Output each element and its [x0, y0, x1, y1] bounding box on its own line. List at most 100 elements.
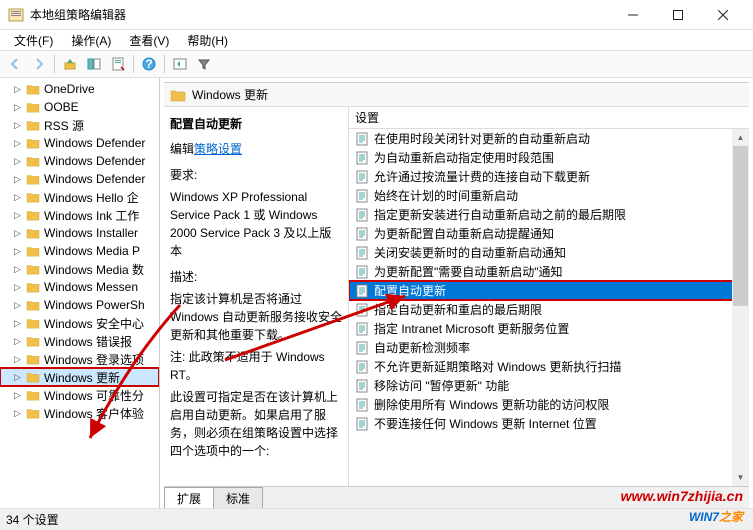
expand-caret-icon[interactable]: ▷ — [14, 228, 22, 239]
scroll-down-arrow[interactable]: ▼ — [732, 469, 749, 486]
expand-caret-icon[interactable]: ▷ — [14, 318, 22, 329]
list-item[interactable]: 为更新配置自动重新启动提醒通知 — [349, 224, 749, 243]
tree-item-label: Windows Installer — [44, 226, 138, 240]
up-button[interactable] — [59, 53, 81, 75]
expand-caret-icon[interactable]: ▷ — [14, 300, 22, 311]
list-item-label: 在使用时段关闭针对更新的自动重新启动 — [374, 130, 590, 147]
tree-item[interactable]: ▷Windows 更新 — [0, 368, 159, 386]
tree-item-label: Windows 可靠性分 — [44, 387, 144, 404]
expand-caret-icon[interactable]: ▷ — [14, 84, 22, 95]
tree-item[interactable]: ▷Windows PowerSh — [0, 296, 159, 314]
tree-item[interactable]: ▷Windows Defender — [0, 170, 159, 188]
menu-view[interactable]: 查看(V) — [121, 31, 177, 50]
note-text: 注: 此政策不适用于 Windows RT。 — [170, 348, 342, 384]
list-item[interactable]: 为更新配置"需要自动重新启动"通知 — [349, 262, 749, 281]
tree-item[interactable]: ▷ Windows Ink 工作 — [0, 206, 159, 224]
expand-caret-icon[interactable]: ▷ — [14, 210, 22, 221]
watermark-logo-b: 之家 — [719, 510, 743, 524]
list-item-label: 不允许更新延期策略对 Windows 更新执行扫描 — [374, 358, 621, 375]
scroll-thumb[interactable] — [733, 146, 748, 306]
expand-caret-icon[interactable]: ▷ — [14, 408, 22, 419]
show-hide-tree-button[interactable] — [83, 53, 105, 75]
expand-caret-icon[interactable]: ▷ — [14, 156, 22, 167]
scroll-up-arrow[interactable]: ▲ — [732, 129, 749, 146]
tree-item-label: Windows Ink 工作 — [44, 207, 139, 224]
tree-item[interactable]: ▷ Windows Installer — [0, 224, 159, 242]
expand-caret-icon[interactable]: ▷ — [14, 264, 22, 275]
tree-item[interactable]: ▷Windows Hello 企 — [0, 188, 159, 206]
edit-policy-link[interactable]: 策略设置 — [194, 142, 242, 156]
status-text: 34 个设置 — [6, 511, 59, 528]
minimize-button[interactable] — [610, 0, 655, 30]
statusbar: 34 个设置 — [0, 508, 753, 530]
tree-item-label: Windows Messen — [44, 280, 138, 294]
tree-item[interactable]: ▷Windows 登录选项 — [0, 350, 159, 368]
tree-item[interactable]: ▷ Windows 安全中心 — [0, 314, 159, 332]
list-pane: 设置 在使用时段关闭针对更新的自动重新启动为自动重新启动指定使用时段范围允许通过… — [349, 107, 749, 486]
tree-item[interactable]: ▷RSS 源 — [0, 116, 159, 134]
list-item[interactable]: 配置自动更新 — [349, 281, 749, 300]
expand-caret-icon[interactable]: ▷ — [14, 372, 22, 383]
expand-caret-icon[interactable]: ▷ — [14, 336, 22, 347]
description-label: 描述: — [170, 268, 342, 286]
close-button[interactable] — [700, 0, 745, 30]
list-item[interactable]: 关闭安装更新时的自动重新启动通知 — [349, 243, 749, 262]
expand-caret-icon[interactable]: ▷ — [14, 354, 22, 365]
content-header: Windows 更新 — [164, 83, 749, 107]
list-item[interactable]: 始终在计划的时间重新启动 — [349, 186, 749, 205]
tree-item-label: Windows 安全中心 — [44, 315, 144, 332]
requirements-text: Windows XP Professional Service Pack 1 或… — [170, 188, 342, 260]
properties-button[interactable] — [107, 53, 129, 75]
tree-panel[interactable]: ▷OneDrive▷OOBE▷RSS 源▷Windows Defender▷Wi… — [0, 78, 160, 508]
expand-caret-icon[interactable]: ▷ — [14, 102, 22, 113]
list-item[interactable]: 指定 Intranet Microsoft 更新服务位置 — [349, 319, 749, 338]
list-item-label: 为自动重新启动指定使用时段范围 — [374, 149, 554, 166]
tab-standard[interactable]: 标准 — [213, 487, 263, 508]
tree-item[interactable]: ▷Windows Media P — [0, 242, 159, 260]
requirements-label: 要求: — [170, 166, 342, 184]
settings-list[interactable]: 在使用时段关闭针对更新的自动重新启动为自动重新启动指定使用时段范围允许通过按流量… — [349, 129, 749, 486]
list-item[interactable]: 允许通过按流量计费的连接自动下载更新 — [349, 167, 749, 186]
filter-button[interactable] — [193, 53, 215, 75]
menu-file[interactable]: 文件(F) — [6, 31, 61, 50]
list-item[interactable]: 删除使用所有 Windows 更新功能的访问权限 — [349, 395, 749, 414]
content-title: Windows 更新 — [192, 86, 268, 103]
list-item[interactable]: 指定更新安装进行自动重新启动之前的最后期限 — [349, 205, 749, 224]
list-item[interactable]: 指定自动更新和重启的最后期限 — [349, 300, 749, 319]
expand-caret-icon[interactable]: ▷ — [14, 390, 22, 401]
list-item[interactable]: 不要连接任何 Windows 更新 Internet 位置 — [349, 414, 749, 433]
tab-extended[interactable]: 扩展 — [164, 487, 214, 508]
list-item[interactable]: 为自动重新启动指定使用时段范围 — [349, 148, 749, 167]
help-button[interactable]: ? — [138, 53, 160, 75]
menu-help[interactable]: 帮助(H) — [179, 31, 236, 50]
toolbar-separator — [54, 55, 55, 73]
tree-item[interactable]: ▷OOBE — [0, 98, 159, 116]
list-item[interactable]: 在使用时段关闭针对更新的自动重新启动 — [349, 129, 749, 148]
list-item-label: 为更新配置"需要自动重新启动"通知 — [374, 263, 563, 280]
expand-caret-icon[interactable]: ▷ — [14, 174, 22, 185]
toolbar: ? — [0, 50, 753, 78]
tree-item[interactable]: ▷ Windows 可靠性分 — [0, 386, 159, 404]
action-button[interactable] — [169, 53, 191, 75]
expand-caret-icon[interactable]: ▷ — [14, 282, 22, 293]
maximize-button[interactable] — [655, 0, 700, 30]
list-item-label: 指定自动更新和重启的最后期限 — [374, 301, 542, 318]
tree-item[interactable]: ▷Windows Defender — [0, 152, 159, 170]
watermark-url: www.win7zhijia.cn — [621, 488, 743, 504]
list-item[interactable]: 不允许更新延期策略对 Windows 更新执行扫描 — [349, 357, 749, 376]
menu-action[interactable]: 操作(A) — [63, 31, 119, 50]
list-item[interactable]: 自动更新检测频率 — [349, 338, 749, 357]
tree-item[interactable]: ▷Windows Media 数 — [0, 260, 159, 278]
tree-item[interactable]: ▷Windows Defender — [0, 134, 159, 152]
tree-item[interactable]: ▷Windows 错误报 — [0, 332, 159, 350]
list-column-header[interactable]: 设置 — [349, 107, 749, 129]
tree-item[interactable]: ▷ Windows Messen — [0, 278, 159, 296]
expand-caret-icon[interactable]: ▷ — [14, 192, 22, 203]
expand-caret-icon[interactable]: ▷ — [14, 138, 22, 149]
vertical-scrollbar[interactable]: ▲ ▼ — [732, 129, 749, 486]
expand-caret-icon[interactable]: ▷ — [14, 246, 22, 257]
expand-caret-icon[interactable]: ▷ — [14, 120, 22, 131]
tree-item[interactable]: ▷Windows 客户体验 — [0, 404, 159, 422]
tree-item[interactable]: ▷OneDrive — [0, 80, 159, 98]
list-item[interactable]: 移除访问 "暂停更新" 功能 — [349, 376, 749, 395]
